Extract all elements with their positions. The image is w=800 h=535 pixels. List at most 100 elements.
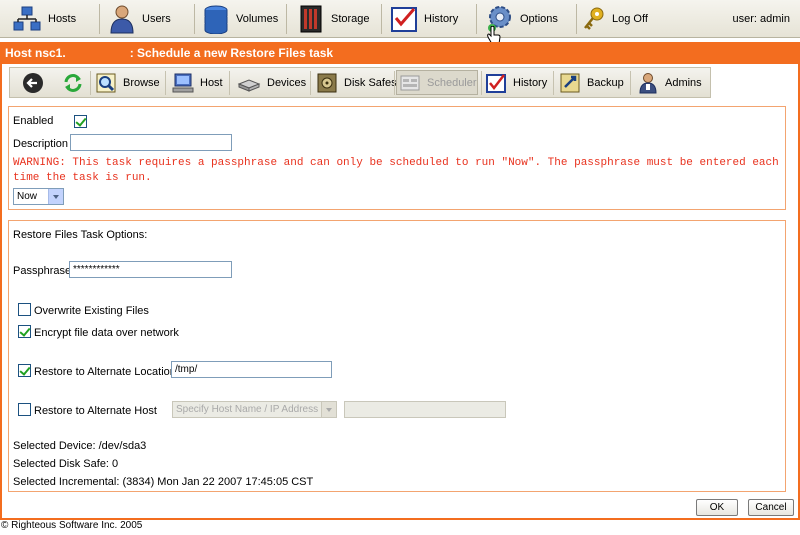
- description-label: Description: [13, 138, 69, 150]
- selected-device: Selected Device: /dev/sda3: [13, 440, 147, 452]
- nav-separator: [286, 4, 287, 34]
- nav-storage[interactable]: Storage: [297, 4, 370, 34]
- selected-disk-safe: Selected Disk Safe: 0: [13, 458, 119, 470]
- alternate-location-label: Restore to Alternate Location: [34, 366, 176, 378]
- nav-hosts-label: Hosts: [48, 13, 77, 25]
- host-toolbar: Browse Host Devices Disk Safes Scheduler…: [9, 67, 711, 98]
- nav-separator: [381, 4, 382, 34]
- history-checklist-icon: [391, 7, 417, 32]
- run-schedule-select[interactable]: Now: [13, 188, 64, 205]
- nav-separator: [99, 4, 100, 34]
- hosts-network-icon: [13, 6, 41, 31]
- selected-incremental: Selected Incremental: (3834) Mon Jan 22 …: [13, 476, 314, 488]
- nav-options-label: Options: [520, 13, 558, 25]
- page-title-task: : Schedule a new Restore Files task: [129, 46, 334, 60]
- history-checklist-icon: [486, 73, 506, 93]
- encrypt-data-checkbox[interactable]: [18, 325, 31, 338]
- storage-server-icon: [300, 5, 322, 33]
- users-person-icon: [110, 5, 134, 34]
- disk-safe-icon: [317, 73, 337, 92]
- toolbar-separator: [553, 71, 554, 95]
- nav-history[interactable]: History: [390, 4, 458, 34]
- devices-button[interactable]: Devices: [237, 70, 306, 95]
- scheduler-icon: [400, 75, 420, 90]
- toolbar-separator: [229, 71, 230, 95]
- toolbar-separator: [394, 71, 395, 95]
- backup-label: Backup: [587, 76, 624, 89]
- warning-line-1: WARNING: This task requires a passphrase…: [13, 157, 779, 169]
- disk-safes-button[interactable]: Disk Safes: [316, 70, 397, 95]
- nav-history-label: History: [424, 13, 459, 25]
- host-computer-icon: [172, 73, 194, 92]
- nav-storage-label: Storage: [331, 13, 370, 25]
- scheduler-label: Scheduler: [427, 76, 477, 89]
- copyright-footer: © Righteous Software Inc. 2005: [1, 520, 143, 531]
- toolbar-separator: [630, 71, 631, 95]
- description-input[interactable]: [70, 134, 232, 151]
- nav-users[interactable]: Users: [108, 4, 171, 34]
- toolbar-separator: [481, 71, 482, 95]
- refresh-icon: [64, 73, 82, 92]
- host-button[interactable]: Host: [172, 70, 223, 95]
- cancel-button[interactable]: Cancel: [748, 499, 794, 516]
- current-user-label: user: admin: [732, 13, 790, 25]
- nav-log-off[interactable]: Log Off: [582, 4, 648, 34]
- passphrase-input[interactable]: ************: [69, 261, 232, 278]
- page-title-host: Host nsc1.: [5, 46, 66, 60]
- history-button[interactable]: History: [485, 70, 547, 95]
- restore-options-panel: Restore Files Task Options: Passphrase *…: [8, 220, 786, 492]
- toolbar-separator: [310, 71, 311, 95]
- toolbar-separator: [90, 71, 91, 95]
- backup-button[interactable]: Backup: [559, 70, 624, 95]
- browse-magnifier-icon: [96, 73, 116, 92]
- warning-line-2: time the task is run.: [13, 172, 152, 184]
- devices-drive-icon: [237, 78, 261, 92]
- top-navigation-bar: Hosts Users Volumes Storage History Opti…: [0, 0, 800, 45]
- log-off-key-icon: [584, 7, 604, 30]
- alternate-host-label: Restore to Alternate Host: [34, 405, 157, 417]
- chevron-down-icon: [48, 189, 63, 204]
- nav-separator: [576, 4, 577, 34]
- restore-options-header: Restore Files Task Options:: [13, 229, 148, 241]
- nav-hosts[interactable]: Hosts: [12, 4, 76, 34]
- nav-separator: [476, 4, 477, 34]
- backup-icon: [560, 73, 580, 92]
- ok-button[interactable]: OK: [696, 499, 738, 516]
- volumes-disks-icon: [204, 5, 228, 34]
- nav-users-label: Users: [142, 13, 171, 25]
- refresh-button[interactable]: [62, 70, 84, 95]
- overwrite-files-label: Overwrite Existing Files: [34, 305, 149, 317]
- passphrase-label: Passphrase: [13, 265, 72, 277]
- nav-separator: [194, 4, 195, 34]
- admins-button[interactable]: Admins: [637, 70, 702, 95]
- history-label: History: [513, 76, 548, 89]
- alternate-host-select-value: Specify Host Name / IP Address: [176, 404, 319, 415]
- alternate-host-select[interactable]: Specify Host Name / IP Address: [172, 401, 337, 418]
- browse-label: Browse: [123, 76, 160, 89]
- admins-person-icon: [639, 72, 657, 93]
- alternate-location-checkbox[interactable]: [18, 364, 31, 377]
- nav-log-off-label: Log Off: [612, 13, 648, 25]
- encrypt-data-label: Encrypt file data over network: [34, 327, 179, 339]
- back-button[interactable]: [22, 70, 44, 95]
- schedule-panel: Enabled Description WARNING: This task r…: [8, 106, 786, 210]
- disk-safes-label: Disk Safes: [344, 76, 397, 89]
- back-arrow-icon: [23, 72, 43, 93]
- overwrite-files-checkbox[interactable]: [18, 303, 31, 316]
- nav-volumes-label: Volumes: [236, 13, 279, 25]
- host-label: Host: [200, 76, 223, 89]
- alternate-location-input[interactable]: /tmp/: [171, 361, 332, 378]
- alternate-host-checkbox[interactable]: [18, 403, 31, 416]
- toolbar-separator: [165, 71, 166, 95]
- chevron-down-icon: [321, 402, 336, 417]
- scheduler-button[interactable]: Scheduler: [396, 70, 478, 95]
- redacted-hostname: [66, 42, 130, 64]
- enabled-checkbox[interactable]: [74, 115, 87, 128]
- browse-button[interactable]: Browse: [95, 70, 160, 95]
- devices-label: Devices: [267, 76, 307, 89]
- admins-label: Admins: [665, 76, 702, 89]
- page-title: Host nsc1. : Schedule a new Restore Files…: [0, 42, 800, 64]
- nav-volumes[interactable]: Volumes: [202, 4, 278, 34]
- enabled-label: Enabled: [13, 115, 54, 127]
- alternate-host-input[interactable]: [344, 401, 506, 418]
